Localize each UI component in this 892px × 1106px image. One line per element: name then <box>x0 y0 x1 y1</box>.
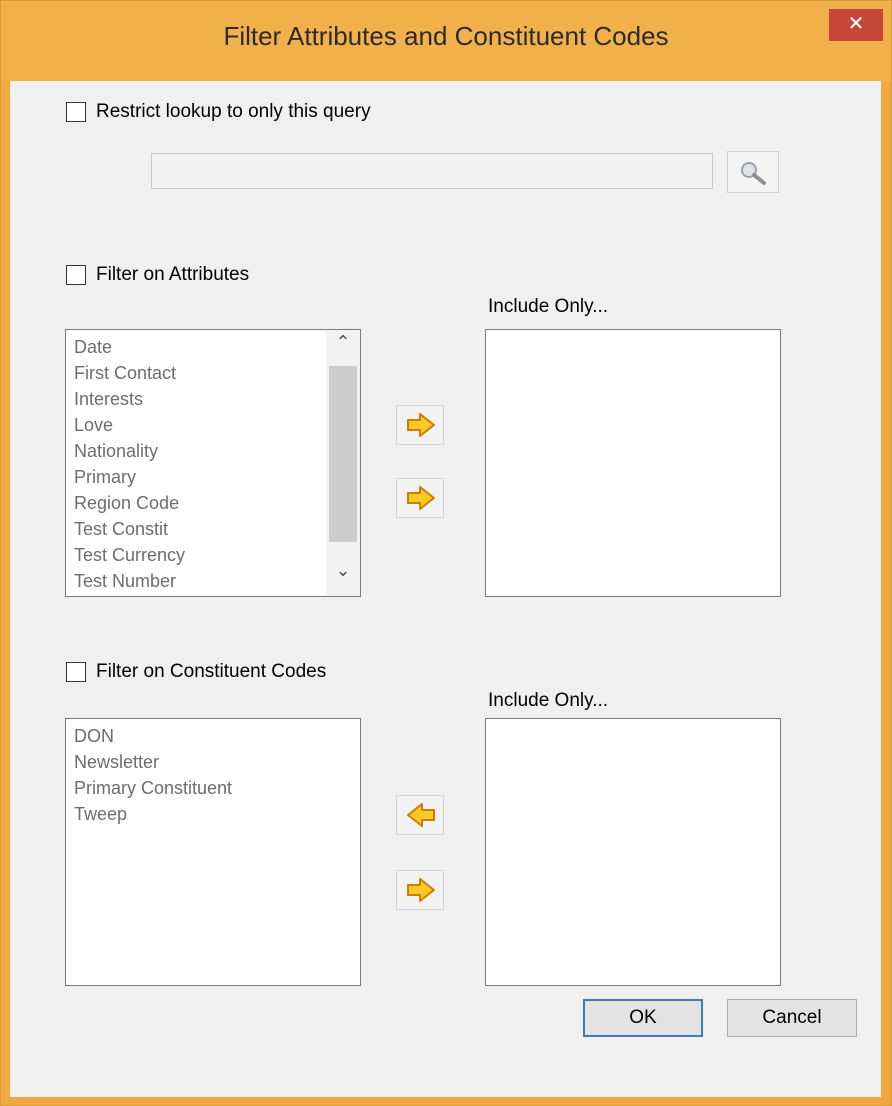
arrow-right-icon <box>407 878 435 902</box>
list-item[interactable]: Love <box>66 412 360 438</box>
list-item[interactable]: Date <box>66 334 360 360</box>
close-button[interactable]: ✕ <box>829 9 883 41</box>
arrow-right-icon <box>407 486 435 510</box>
filter-attributes-checkbox[interactable] <box>66 265 86 285</box>
attributes-included-list[interactable] <box>485 329 781 597</box>
list-item[interactable]: Tweep <box>66 801 360 827</box>
list-item[interactable]: Region Code <box>66 490 360 516</box>
list-item[interactable]: Newsletter <box>66 749 360 775</box>
list-item[interactable]: Test Constit <box>66 516 360 542</box>
attributes-add-button[interactable] <box>396 405 444 445</box>
codes-add-button[interactable] <box>396 870 444 910</box>
list-item[interactable]: Primary Constituent <box>66 775 360 801</box>
list-item[interactable]: Test Number <box>66 568 360 594</box>
dialog-body: Restrict lookup to only this query Filte… <box>10 81 881 1097</box>
attributes-include-only-label: Include Only... <box>488 296 609 317</box>
attributes-scrollbar[interactable]: ⌃ ⌄ <box>326 330 360 596</box>
codes-include-only-label: Include Only... <box>488 690 609 711</box>
scroll-up-icon[interactable]: ⌃ <box>326 332 360 366</box>
codes-remove-button[interactable] <box>396 795 444 835</box>
magnifier-icon <box>741 162 766 185</box>
filter-attributes-label: Filter on Attributes <box>96 264 250 285</box>
list-item[interactable]: Primary <box>66 464 360 490</box>
filter-attributes-row[interactable]: Filter on Attributes <box>66 264 249 286</box>
restrict-lookup-checkbox[interactable] <box>66 102 86 122</box>
restrict-lookup-label: Restrict lookup to only this query <box>96 101 371 122</box>
close-icon: ✕ <box>847 13 865 35</box>
codes-included-list[interactable] <box>485 718 781 986</box>
query-field[interactable] <box>151 153 713 189</box>
dialog-window: Filter Attributes and Constituent Codes … <box>0 0 892 1106</box>
filter-constituent-codes-row[interactable]: Filter on Constituent Codes <box>66 661 326 683</box>
search-query-button[interactable] <box>727 151 779 193</box>
dialog-title: Filter Attributes and Constituent Codes <box>223 21 669 51</box>
scroll-thumb[interactable] <box>329 366 357 542</box>
codes-available-list[interactable]: DON Newsletter Primary Constituent Tweep <box>65 718 361 986</box>
list-item[interactable]: DON <box>66 723 360 749</box>
list-item[interactable]: Nationality <box>66 438 360 464</box>
cancel-button[interactable]: Cancel <box>727 999 857 1037</box>
title-bar[interactable]: Filter Attributes and Constituent Codes … <box>1 1 891 81</box>
attributes-remove-button[interactable] <box>396 478 444 518</box>
list-item[interactable]: Test Currency <box>66 542 360 568</box>
filter-constituent-codes-label: Filter on Constituent Codes <box>96 661 327 682</box>
list-item[interactable]: Interests <box>66 386 360 412</box>
attributes-available-list[interactable]: Date First Contact Interests Love Nation… <box>65 329 361 597</box>
ok-button[interactable]: OK <box>583 999 703 1037</box>
arrow-right-icon <box>407 413 435 437</box>
filter-constituent-codes-checkbox[interactable] <box>66 662 86 682</box>
list-item[interactable]: First Contact <box>66 360 360 386</box>
scroll-down-icon[interactable]: ⌄ <box>326 560 360 594</box>
restrict-lookup-row[interactable]: Restrict lookup to only this query <box>66 101 371 123</box>
arrow-left-icon <box>407 803 435 827</box>
